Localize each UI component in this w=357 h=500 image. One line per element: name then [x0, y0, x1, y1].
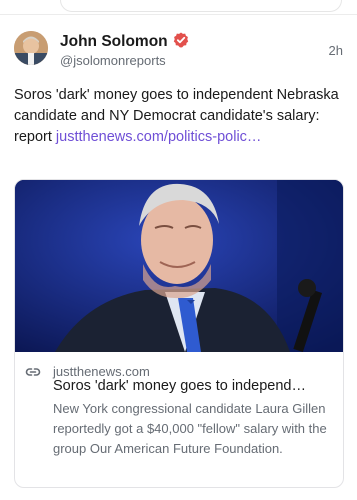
post-timestamp[interactable]: 2h [329, 43, 343, 58]
link-preview-description: New York congressional candidate Laura G… [53, 401, 327, 456]
top-divider [0, 0, 357, 15]
author-handle[interactable]: @jsolomonreports [60, 53, 166, 68]
author-name-row[interactable]: John Solomon [60, 32, 189, 51]
link-preview-image[interactable] [15, 180, 343, 352]
post-text: Soros 'dark' money goes to independent N… [14, 85, 344, 148]
author-name[interactable]: John Solomon [60, 33, 168, 50]
link-icon [25, 365, 41, 379]
avatar[interactable] [14, 31, 48, 65]
link-preview-title[interactable]: Soros 'dark' money goes to independ… [53, 378, 337, 394]
link-preview-domain: justthenews.com [53, 364, 150, 379]
post[interactable]: John Solomon @jsolomonreports 2h Soros '… [0, 15, 357, 500]
post-link[interactable]: justthenews.com/politics-polic… [56, 129, 262, 145]
verified-badge-icon [173, 32, 189, 48]
link-preview-card[interactable]: justthenews.com Soros 'dark' money goes … [14, 179, 344, 488]
previous-post-edge [60, 0, 342, 12]
